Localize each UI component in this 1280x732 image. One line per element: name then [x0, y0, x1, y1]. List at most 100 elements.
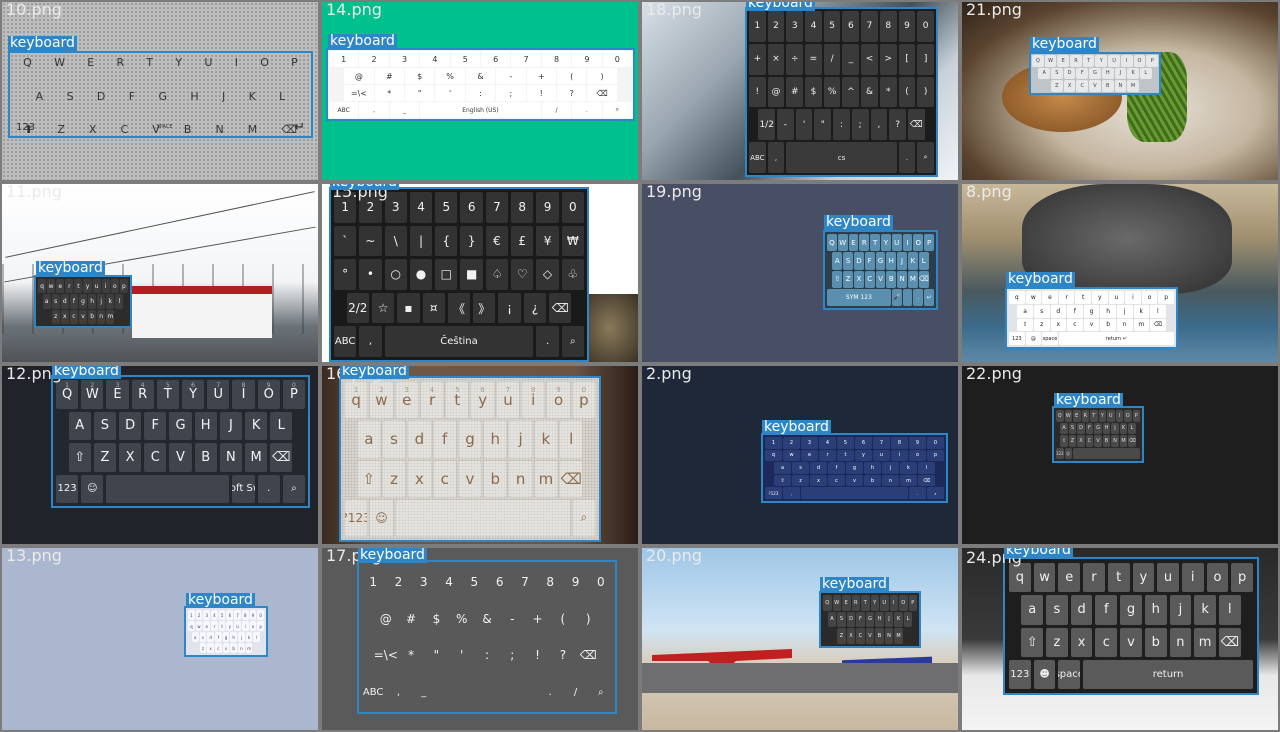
key-symbol[interactable]: $ [425, 602, 447, 636]
key-symbol[interactable]: # [786, 76, 804, 108]
key-i[interactable]: I [902, 234, 913, 252]
key-backspace[interactable]: ⌫ [560, 460, 583, 497]
key-l[interactable]: l [560, 421, 583, 458]
key-y[interactable]: y6 [471, 382, 494, 419]
key-p[interactable]: P [1132, 410, 1140, 422]
key-1[interactable]: 1 [188, 610, 195, 620]
key-1[interactable]: 1 [765, 437, 782, 449]
key-p[interactable]: p0 [572, 382, 595, 419]
key-o[interactable]: o [110, 279, 119, 294]
key-symbol[interactable]: ; [496, 85, 526, 101]
key-symbol[interactable]: > [879, 43, 897, 75]
key-k[interactable]: k [534, 421, 558, 458]
key-d[interactable]: D [1077, 422, 1085, 434]
key-c[interactable]: C [144, 443, 167, 472]
key-2[interactable]: 2 [783, 437, 800, 449]
key-k[interactable]: k [900, 462, 917, 474]
key-c[interactable]: C [1085, 435, 1094, 447]
key-y[interactable]: y [226, 621, 234, 631]
key-symbol[interactable]: ♧ [561, 259, 584, 290]
key-6[interactable]: 6 [460, 192, 483, 223]
key-symbol[interactable]: 》 [473, 292, 496, 324]
key-7[interactable]: 7 [514, 565, 536, 599]
key-shift[interactable]: ⬆ [24, 123, 33, 136]
key-2[interactable]: 2 [767, 11, 785, 42]
key-search[interactable]: ⌕ [927, 487, 944, 499]
key-symbol[interactable]: ◇ [536, 259, 559, 290]
key-n[interactable]: N [897, 270, 907, 288]
key-emoji[interactable]: ☺ [1064, 447, 1072, 459]
key-i[interactable]: i [1181, 563, 1204, 593]
key-k[interactable]: K [1119, 422, 1128, 434]
key-e[interactable]: E [1073, 410, 1081, 422]
key-3[interactable]: 3 [801, 437, 818, 449]
key-q[interactable]: Q [23, 56, 32, 69]
key-f[interactable]: f [214, 632, 222, 642]
key-p[interactable]: P0 [282, 380, 305, 409]
key-s[interactable]: s [51, 294, 60, 309]
key-l[interactable]: L [279, 90, 285, 103]
key-p[interactable]: p [257, 621, 264, 631]
key-h[interactable]: H [190, 90, 198, 103]
key-y[interactable]: Y6 [182, 380, 205, 409]
key-123[interactable]: 123 [1009, 332, 1025, 345]
key-emoji[interactable]: ☺ [370, 499, 393, 536]
key-c[interactable]: C [864, 270, 875, 288]
key-q[interactable]: q [188, 621, 195, 631]
key-backspace[interactable]: ⌫ [1128, 435, 1136, 447]
key-0[interactable]: 0 [917, 11, 934, 42]
key-8[interactable]: 8 [241, 610, 249, 620]
key-4[interactable]: 4 [805, 11, 822, 42]
key-symbol[interactable]: ' [795, 109, 813, 141]
key-x[interactable]: x [1050, 318, 1067, 332]
key-l[interactable]: l [115, 294, 124, 309]
key-e[interactable]: E [842, 595, 851, 611]
key-s[interactable]: s [382, 421, 406, 458]
key-x[interactable]: x [60, 309, 69, 324]
key-6[interactable]: 6 [842, 11, 860, 42]
key-c[interactable]: c [828, 474, 845, 487]
key-x[interactable]: x [810, 474, 827, 487]
key-backspace[interactable]: ⌫ [270, 443, 293, 472]
key-a[interactable]: a [1017, 304, 1033, 318]
key-e[interactable]: E [848, 234, 859, 252]
key-w[interactable]: W [1044, 55, 1057, 67]
key-b[interactable]: B [886, 270, 897, 288]
key-s[interactable]: S [1051, 67, 1063, 80]
key-u[interactable]: U7 [207, 380, 230, 409]
key-8[interactable]: 8 [539, 565, 561, 599]
key-z[interactable]: Z [93, 443, 116, 472]
key-f[interactable]: f [828, 462, 845, 474]
key-q[interactable]: Q [1056, 410, 1064, 422]
key-symbol[interactable]: , [783, 487, 800, 499]
key-n[interactable]: N [215, 123, 223, 136]
key-symbol[interactable]: ☆ [371, 292, 395, 324]
key-b[interactable]: B [1101, 80, 1114, 92]
key-symbol[interactable]: % [435, 68, 465, 84]
key-d[interactable]: D [854, 252, 864, 270]
key-m[interactable]: m [245, 643, 253, 653]
key-i[interactable]: I [1115, 410, 1123, 422]
key-symbol[interactable]: ^ [842, 76, 860, 108]
key-5[interactable]: 5 [463, 565, 485, 599]
key-r[interactable]: R [1070, 55, 1082, 67]
key-p[interactable]: p [927, 449, 944, 462]
key-s[interactable]: S [93, 411, 116, 440]
key-a[interactable]: A [1038, 67, 1051, 80]
key-space[interactable] [438, 675, 536, 709]
key-z[interactable]: Z [837, 628, 846, 644]
key-0[interactable]: 0 [602, 51, 632, 67]
key-z[interactable]: Z [1051, 80, 1063, 92]
key-h[interactable]: H [194, 411, 217, 440]
key-symbol[interactable]: ; [851, 109, 869, 141]
key-symbol[interactable]: ) [917, 76, 934, 108]
key-symbol[interactable]: < [861, 43, 878, 75]
key-symbol[interactable]: • [359, 259, 382, 290]
key-space[interactable] [106, 474, 230, 503]
key-symbol[interactable]: @ [344, 68, 374, 84]
key-symbol[interactable]: _ [389, 102, 420, 118]
key-m[interactable]: M [894, 628, 903, 644]
key-4[interactable]: 4 [420, 51, 450, 67]
key-a[interactable]: a [774, 462, 791, 474]
key-d[interactable]: D [119, 411, 142, 440]
